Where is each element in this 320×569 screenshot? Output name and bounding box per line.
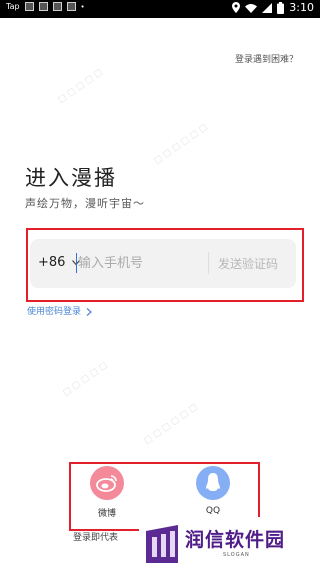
weibo-icon	[90, 466, 124, 500]
weibo-label: 微博	[97, 509, 116, 519]
location-icon	[232, 2, 241, 13]
send-code-button[interactable]: 发送验证码	[218, 255, 278, 272]
notification-icon	[24, 2, 34, 11]
status-bar-right: 3:10	[232, 1, 314, 14]
wifi-icon	[245, 3, 258, 13]
watermark-slogan: SLOGAN	[223, 552, 250, 558]
country-code-selector[interactable]: +86	[38, 255, 80, 270]
qq-label: QQ	[205, 506, 221, 516]
watermark-trace: ☐ ☐ ☐ ☐ ☐ ☐	[152, 122, 210, 168]
notification-icon	[66, 2, 76, 11]
page-title: 进入漫播	[25, 166, 117, 190]
notification-icon	[52, 2, 62, 11]
password-login-link[interactable]: 使用密码登录	[27, 304, 92, 317]
password-login-label: 使用密码登录	[27, 307, 82, 317]
weibo-login-button[interactable]: 微博	[77, 466, 137, 519]
status-bar-left: Tap •	[6, 2, 85, 11]
status-time: 3:10	[289, 1, 314, 14]
qq-icon	[196, 466, 230, 500]
watermark-trace: ☐ ☐ ☐ ☐ ☐ ☐	[142, 402, 200, 448]
divider	[208, 252, 209, 274]
status-bar: Tap • 3:10	[0, 0, 320, 18]
phone-input-row: +86 发送验证码	[30, 239, 296, 288]
agreement-text: 登录即代表	[73, 533, 119, 543]
login-help-link[interactable]: 登录遇到困难？	[235, 52, 298, 65]
phone-number-input[interactable]	[78, 251, 198, 275]
chevron-right-icon	[86, 307, 92, 316]
text-cursor	[76, 253, 77, 273]
watermark-logo-icon	[146, 525, 178, 563]
watermark-brand: 润信软件园	[185, 529, 286, 551]
signal-icon	[262, 2, 273, 13]
status-app-label: Tap	[6, 2, 20, 11]
qq-login-button[interactable]: QQ	[183, 466, 243, 516]
watermark-trace: ☐ ☐ ☐ ☐ ☐	[56, 68, 105, 106]
dot-icon: •	[80, 2, 85, 11]
notification-icon	[38, 2, 48, 11]
page-subtitle: 声绘万物，漫听宇宙～	[25, 197, 145, 210]
watermark-trace: ☐ ☐ ☐ ☐ ☐	[61, 361, 110, 399]
watermark-banner: 润信软件园 SLOGAN	[139, 517, 320, 569]
country-code-label: +86	[38, 255, 66, 270]
battery-icon	[277, 1, 285, 14]
